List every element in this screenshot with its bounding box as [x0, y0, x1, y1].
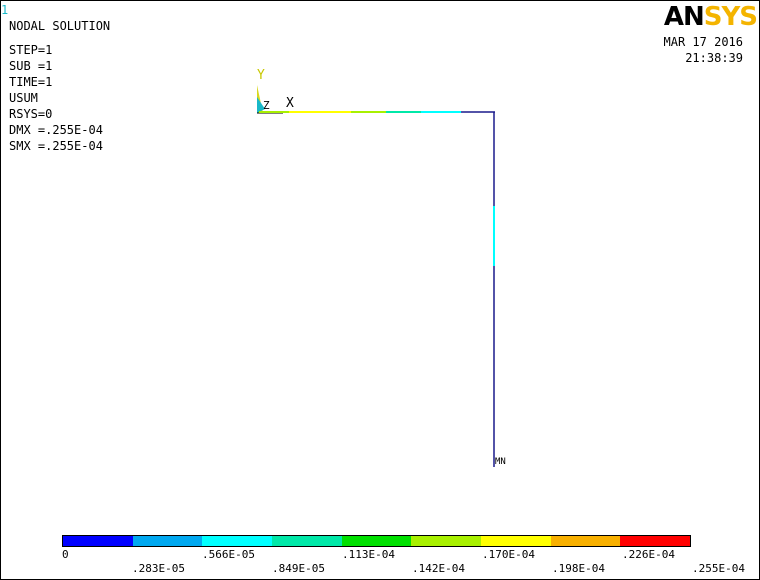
legend-swatch-1: [63, 536, 133, 546]
contour-legend-bar: [62, 535, 691, 547]
legend-label-top: .170E-04: [482, 548, 535, 561]
legend-label-bottom: .255E-04: [692, 562, 745, 575]
legend-label-bottom: .142E-04: [412, 562, 465, 575]
graphics-viewport[interactable]: 1 NODAL SOLUTION STEP=1 SUB =1 TIME=1 US…: [0, 0, 760, 580]
legend-label-bottom: .198E-04: [552, 562, 605, 575]
triad-x-label: X: [286, 96, 294, 111]
legend-swatch-9: [620, 536, 691, 546]
legend-label-top: .113E-04: [342, 548, 395, 561]
legend-label-top: .226E-04: [622, 548, 675, 561]
legend-label-top: 0: [62, 548, 69, 561]
min-node-label: MN: [495, 457, 506, 467]
triad-y-label: Y: [257, 68, 265, 83]
legend-swatch-8: [550, 536, 621, 546]
legend-swatch-2: [132, 536, 203, 546]
legend-swatch-7: [481, 536, 551, 546]
legend-swatch-6: [411, 536, 482, 546]
model-canvas[interactable]: Y Z X MN: [1, 1, 759, 531]
legend-label-top: .566E-05: [202, 548, 255, 561]
legend-swatch-5: [341, 536, 412, 546]
legend-swatch-3: [202, 536, 273, 546]
triad-z-label: Z: [263, 99, 270, 112]
legend-label-bottom: .283E-05: [132, 562, 185, 575]
coordinate-triad: Y Z X: [257, 68, 294, 114]
legend-swatch-4: [272, 536, 342, 546]
legend-label-bottom: .849E-05: [272, 562, 325, 575]
